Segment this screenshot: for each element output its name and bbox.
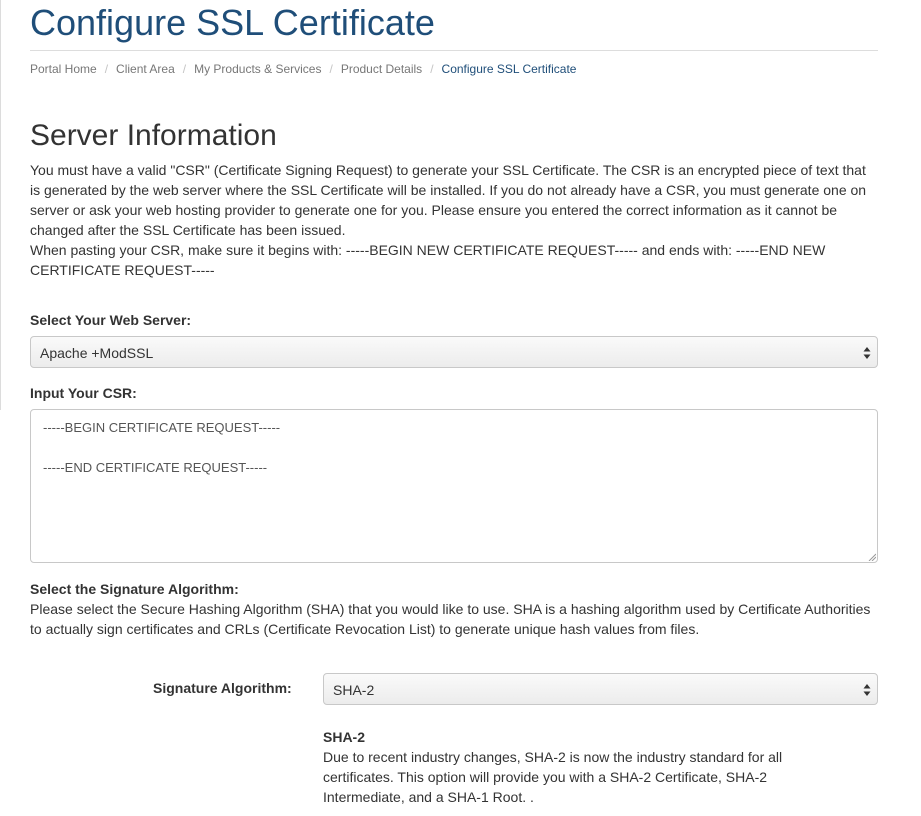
page-title: Configure SSL Certificate xyxy=(30,0,878,51)
intro-text: You must have a valid "CSR" (Certificate… xyxy=(30,160,878,280)
main-content: Configure SSL Certificate Portal Home / Cl… xyxy=(30,0,878,805)
breadcrumb-client-area[interactable]: Client Area xyxy=(116,62,175,76)
csr-label: Input Your CSR: xyxy=(30,385,137,401)
csr-textarea-wrapper: -----BEGIN CERTIFICATE REQUEST----- ----… xyxy=(30,409,878,563)
breadcrumb-portal-home[interactable]: Portal Home xyxy=(30,62,97,76)
breadcrumb-product-details[interactable]: Product Details xyxy=(341,62,422,76)
web-server-selected-value: Apache +ModSSL xyxy=(40,345,154,361)
breadcrumb-separator: / xyxy=(329,62,333,76)
csr-paste-instructions: When pasting your CSR, make sure it begi… xyxy=(30,242,826,278)
web-server-label: Select Your Web Server: xyxy=(30,312,192,328)
signature-algorithm-select[interactable]: SHA-2 xyxy=(323,673,878,705)
sha-info-title: SHA-2 xyxy=(323,729,366,745)
signature-algorithm-label: Signature Algorithm: xyxy=(153,680,292,696)
breadcrumb-my-products[interactable]: My Products & Services xyxy=(194,62,321,76)
signature-description: Please select the Secure Hashing Algorit… xyxy=(30,601,871,637)
breadcrumb-separator: / xyxy=(104,62,109,76)
csr-description: You must have a valid "CSR" (Certificate… xyxy=(30,162,867,238)
sha-info-panel: SHA-2 Due to recent industry changes, SH… xyxy=(323,727,843,807)
breadcrumb-current: Configure SSL Certificate xyxy=(441,62,577,76)
breadcrumb-separator: / xyxy=(182,62,187,76)
updown-arrows-icon xyxy=(863,347,871,359)
updown-arrows-icon xyxy=(863,684,871,696)
left-border xyxy=(0,0,1,410)
web-server-select[interactable]: Apache +ModSSL xyxy=(30,336,878,368)
signature-section-label: Select the Signature Algorithm: xyxy=(30,581,239,597)
signature-row: Signature Algorithm: SHA-2 xyxy=(30,673,878,707)
resize-grip-icon[interactable] xyxy=(868,553,876,561)
breadcrumb-separator: / xyxy=(430,62,434,76)
signature-selected-value: SHA-2 xyxy=(333,682,375,698)
breadcrumb: Portal Home / Client Area / My Products & Se… xyxy=(30,62,878,76)
csr-textarea[interactable]: -----BEGIN CERTIFICATE REQUEST----- ----… xyxy=(30,409,878,563)
sha-info-text: Due to recent industry changes, SHA-2 is… xyxy=(323,749,783,805)
section-heading-server-information: Server Information xyxy=(30,119,277,152)
